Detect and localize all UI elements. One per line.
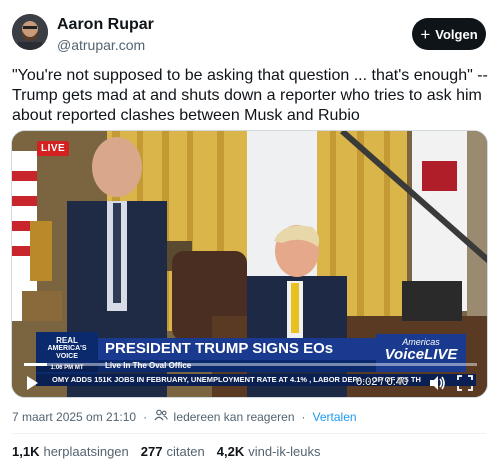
video-controls: 0:02 / 0:40 [12,371,487,395]
follow-button[interactable]: + Volgen [412,18,486,50]
quotes-count: 277 [140,444,163,459]
post-date[interactable]: 7 maart 2025 om 21:10 [12,410,136,424]
news-chyron: REAL AMERICA'S VOICE 1:06 PM MT PRESIDEN… [36,332,466,376]
quotes-stat[interactable]: 277 citaten [141,444,205,459]
likes-stat[interactable]: 4,2K vind-ik-leuks [217,444,321,459]
reposts-stat[interactable]: 1,1K herplaatsingen [12,444,129,459]
divider [12,433,486,434]
channel-brand: Americas VoiceLIVE [376,334,466,372]
play-icon[interactable] [24,375,40,391]
logo-line2: AMERICA'S VOICE [47,345,87,360]
plus-icon: + [420,24,431,44]
live-badge: LIVE [37,141,70,156]
fullscreen-icon[interactable] [457,375,473,391]
people-icon [154,409,168,424]
reposts-label: herplaatsingen [43,444,129,459]
post-meta: 7 maart 2025 om 21:10 · Iedereen kan rea… [12,409,357,424]
follow-label: Volgen [435,26,478,42]
author-handle[interactable]: @atrupar.com [57,37,145,53]
duration: 0:40 [386,376,409,388]
video-progress-bar[interactable] [24,363,477,366]
reposts-count: 1,1K [12,444,40,459]
volume-icon[interactable] [428,374,446,392]
avatar[interactable] [12,14,48,50]
post-header: Aaron Rupar @atrupar.com + Volgen [12,10,486,54]
chyron-headline: PRESIDENT TRUMP SIGNS EOs [98,338,376,360]
translate-link[interactable]: Vertalen [313,410,357,424]
likes-label: vind-ik-leuks [248,444,321,459]
reply-setting: Iedereen kan reageren [173,409,295,424]
video-player[interactable]: LIVE REAL AMERICA'S VOICE 1:06 PM MT PRE… [11,130,488,398]
quotes-label: citaten [166,444,205,459]
brand-bottom: VoiceLIVE [384,346,458,363]
engagement-stats: 1,1K herplaatsingen 277 citaten 4,2K vind-i… [12,444,321,459]
video-progress-fill [24,363,47,366]
author-name[interactable]: Aaron Rupar [57,16,154,34]
current-time: 0:02 [356,376,378,388]
post-text: "You're not supposed to be asking that q… [12,67,488,124]
channel-logo: REAL AMERICA'S VOICE 1:06 PM MT [36,332,98,376]
logo-line1: REAL [56,336,78,345]
meta-separator: · [143,409,148,424]
video-time: 0:02 / 0:40 [356,376,409,388]
meta-separator: · [301,409,306,424]
likes-count: 4,2K [216,444,245,459]
